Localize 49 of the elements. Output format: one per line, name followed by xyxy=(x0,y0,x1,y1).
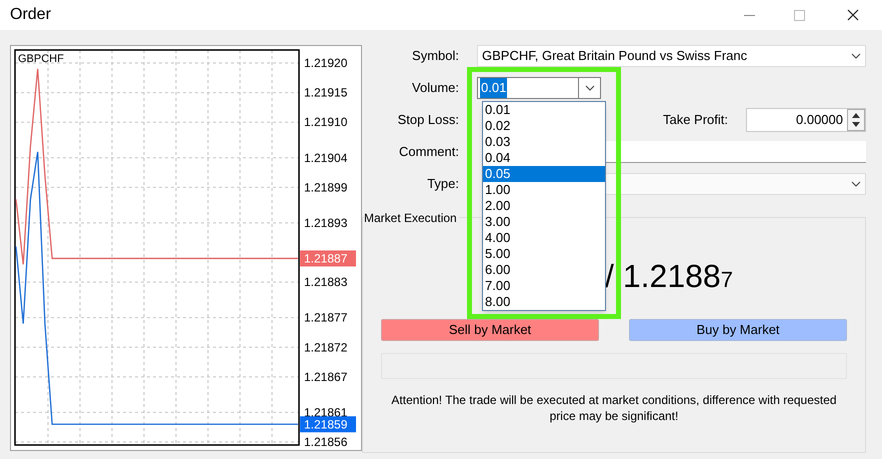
volume-option[interactable]: 1.00 xyxy=(483,182,605,198)
volume-option[interactable]: 0.02 xyxy=(483,118,605,134)
price-tag: 1.21859 xyxy=(300,416,356,432)
volume-option[interactable]: 7.00 xyxy=(483,278,605,294)
volume-option[interactable]: 0.03 xyxy=(483,134,605,150)
volume-value: 0.01 xyxy=(480,78,508,98)
field-label: Symbol: xyxy=(411,47,459,66)
axis-label: 1.21915 xyxy=(304,86,348,100)
axis-label: 1.21899 xyxy=(304,180,348,194)
maximize-icon xyxy=(794,10,804,20)
volume-option[interactable]: 2.00 xyxy=(483,198,605,214)
axis-label: 1.21877 xyxy=(304,310,348,325)
price-tag: 1.21887 xyxy=(300,250,356,266)
volume-option[interactable]: 3.00 xyxy=(483,214,605,230)
volume-option[interactable]: 0.04 xyxy=(483,150,605,166)
volume-option[interactable]: 0.05 xyxy=(483,166,605,182)
axis-label: 1.21904 xyxy=(304,150,348,165)
field-label: Comment: xyxy=(398,143,459,162)
axis-label: 1.21867 xyxy=(304,370,348,384)
price-quote: / 1.21887 xyxy=(605,257,733,296)
spinner-arrows-icon xyxy=(847,109,865,131)
volume-option[interactable]: 5.00 xyxy=(483,246,605,262)
chart-title: GBPCHF xyxy=(18,53,64,65)
volume-combo[interactable]: 0.01 xyxy=(477,77,601,99)
field-label: Type: xyxy=(426,175,459,194)
volume-option[interactable]: 0.01 xyxy=(483,102,605,118)
minimize-icon xyxy=(744,14,754,16)
axis-label: 1.21893 xyxy=(304,216,348,230)
take-profit-spinner[interactable]: 0.00000 xyxy=(746,108,866,132)
chevron-icon xyxy=(851,181,861,187)
field-label: Volume: xyxy=(411,79,459,98)
axis-label: 1.21872 xyxy=(304,340,348,354)
field-label: Stop Loss: xyxy=(396,111,459,130)
field-label: Take Profit: xyxy=(662,111,728,130)
axis-label: 1.21856 xyxy=(304,435,348,449)
axis-label: 1.21883 xyxy=(304,275,348,290)
volume-option[interactable]: 6.00 xyxy=(483,262,605,278)
sell-button[interactable]: Sell by Market xyxy=(381,319,599,341)
buy-button[interactable]: Buy by Market xyxy=(629,319,847,341)
axis-label: 1.21920 xyxy=(304,56,348,70)
attention-notice: Attention! The trade will be executed at market conditions, difference with requested price may be significant! xyxy=(390,392,838,424)
axis-label: 1.21910 xyxy=(304,115,348,130)
volume-option[interactable]: 8.00 xyxy=(483,294,605,310)
close-icon xyxy=(847,9,859,21)
volume-option[interactable]: 4.00 xyxy=(483,230,605,246)
window-title: Order xyxy=(10,5,51,25)
chevron-icon xyxy=(584,85,594,91)
symbol-select[interactable]: GBPCHF, Great Britain Pound vs Swiss Franc xyxy=(477,45,866,67)
chevron-icon xyxy=(851,53,861,59)
